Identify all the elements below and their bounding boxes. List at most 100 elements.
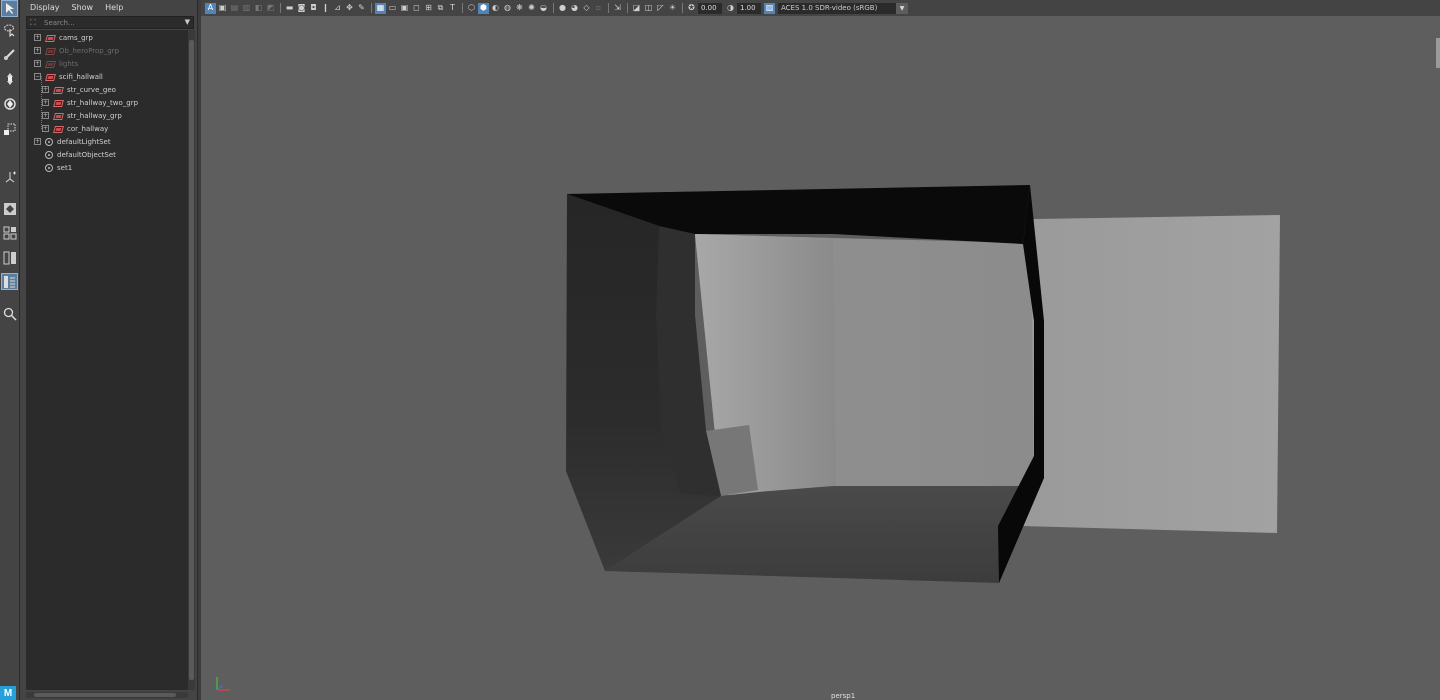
menu-display[interactable]: Display: [30, 3, 60, 12]
outliner-tree: + cams_grp + Ob_heroProp_grp + lights − …: [26, 30, 188, 690]
heads-up-icon[interactable]: T: [447, 3, 458, 14]
outliner-search-input[interactable]: [44, 17, 184, 28]
tree-item-str-hallway-two-grp[interactable]: + str_hallway_two_grp: [42, 96, 138, 109]
tree-item-ob-heroprop-grp[interactable]: + Ob_heroProp_grp: [34, 44, 119, 57]
chevron-down-icon[interactable]: ▼: [896, 2, 908, 14]
paint-select-tool-icon[interactable]: [1, 45, 18, 62]
expand-icon[interactable]: +: [34, 34, 41, 41]
wireframe-icon[interactable]: ⬡: [466, 3, 477, 14]
maya-logo-icon: M: [0, 686, 16, 700]
view-axis-icon: [216, 677, 230, 691]
outliner-horizontal-scrollbar[interactable]: [26, 692, 188, 698]
soft-mod-tool-icon[interactable]: [1, 168, 18, 185]
view-transform-dropdown[interactable]: ACES 1.0 SDR-video (sRGB) ▼: [778, 2, 908, 14]
expand-icon[interactable]: +: [42, 99, 49, 106]
xray-joints-icon[interactable]: ◪: [631, 3, 642, 14]
tree-item-default-object-set[interactable]: defaultObjectSet: [34, 148, 116, 161]
viewport-toolbar: A ▣ ▤ ▥ ◧ ◩ ▬ ◙ ◘ ❙ ⊿ ✥ ✎ ▦ ▭ ▣ ◻ ⊞ ⧉ T …: [201, 0, 1440, 16]
wireframe-on-shaded-icon[interactable]: ◐: [490, 3, 501, 14]
outliner-vertical-scrollbar[interactable]: [188, 30, 195, 690]
transform-group-icon: [53, 99, 63, 107]
shadows-icon[interactable]: ✺: [526, 3, 537, 14]
bookmarks-icon[interactable]: ▤: [229, 3, 240, 14]
viewport-scroll-indicator: [1436, 38, 1440, 68]
use-all-lights-icon[interactable]: ❋: [514, 3, 525, 14]
exposure-icon[interactable]: ☀: [667, 3, 678, 14]
outliner-layout-icon[interactable]: [1, 273, 18, 290]
expand-icon[interactable]: +: [42, 125, 49, 132]
expand-icon[interactable]: +: [42, 86, 49, 93]
four-pane-layout-icon[interactable]: [1, 224, 18, 241]
gamma-icon[interactable]: ◑: [725, 3, 736, 14]
two-d-pan-zoom-icon[interactable]: ◧: [253, 3, 264, 14]
depth-of-field-icon[interactable]: ◇: [581, 3, 592, 14]
camera-gate-icon[interactable]: ◙: [296, 3, 307, 14]
transform-group-icon: [53, 125, 63, 133]
color-management-icon[interactable]: ▨: [764, 2, 775, 14]
perspective-viewport[interactable]: persp1: [201, 16, 1440, 700]
outliner-search-box: ⛶ ▼: [26, 16, 194, 29]
safe-title-icon[interactable]: ⧉: [435, 3, 446, 14]
tree-item-lights[interactable]: + lights: [34, 57, 78, 70]
tree-item-str-hallway-grp[interactable]: + str_hallway_grp: [42, 109, 122, 122]
grid-icon[interactable]: ▦: [375, 2, 386, 14]
xray-active-icon[interactable]: ◫: [643, 3, 654, 14]
transform-group-icon: [45, 34, 55, 42]
tree-item-str-curve-geo[interactable]: + str_curve_geo: [42, 83, 116, 96]
select-tool-icon[interactable]: [1, 0, 18, 17]
isolate-select-icon[interactable]: ⇲: [612, 3, 623, 14]
exposure-sun-icon[interactable]: ✪: [686, 3, 697, 14]
magnet-icon[interactable]: ⊿: [332, 3, 343, 14]
resolution-gate-icon[interactable]: ▭: [387, 3, 398, 14]
move-tool-icon[interactable]: [1, 70, 18, 87]
expand-icon[interactable]: +: [34, 60, 41, 67]
expand-icon[interactable]: +: [42, 112, 49, 119]
field-chart-icon[interactable]: ◻: [411, 3, 422, 14]
pivot-icon[interactable]: ✥: [344, 3, 355, 14]
camera-attributes-icon[interactable]: ▣: [217, 3, 228, 14]
lasso-tool-icon[interactable]: [1, 21, 18, 38]
single-pane-layout-icon[interactable]: [1, 200, 18, 217]
menu-show[interactable]: Show: [72, 3, 94, 12]
object-set-icon: [45, 163, 53, 172]
two-pane-layout-icon[interactable]: [1, 249, 18, 266]
object-set-icon: [45, 137, 53, 146]
collapse-icon[interactable]: −: [34, 73, 41, 80]
tree-item-cams-grp[interactable]: + cams_grp: [34, 31, 93, 44]
tree-item-default-light-set[interactable]: + defaultLightSet: [34, 135, 111, 148]
rotate-tool-icon[interactable]: [1, 95, 18, 112]
expand-icon[interactable]: +: [34, 138, 41, 145]
bookmark-icon[interactable]: ❙: [320, 3, 331, 14]
tree-item-set1[interactable]: set1: [34, 161, 72, 174]
menu-help[interactable]: Help: [105, 3, 123, 12]
tree-item-scifi-hallwall[interactable]: − scifi_hallwall: [34, 70, 103, 83]
gate-mask-icon[interactable]: ▣: [399, 3, 410, 14]
hallway-geometry: [566, 185, 1280, 583]
grease-pencil-icon[interactable]: ◩: [265, 3, 276, 14]
anti-aliasing-icon[interactable]: ◕: [569, 3, 580, 14]
search-icon[interactable]: [1, 305, 18, 322]
textured-icon[interactable]: ◍: [502, 3, 513, 14]
camera-name-label: persp1: [831, 692, 856, 700]
camera-view-icon[interactable]: ◘: [308, 3, 319, 14]
ambient-occlusion-icon[interactable]: ◒: [538, 3, 549, 14]
expand-icon[interactable]: +: [34, 47, 41, 54]
scale-tool-icon[interactable]: [1, 120, 18, 137]
select-camera-icon[interactable]: A: [205, 2, 216, 14]
object-set-icon: [45, 150, 53, 159]
motion-blur-icon[interactable]: ●: [557, 3, 568, 14]
smooth-shade-icon[interactable]: ⬢: [478, 2, 489, 14]
transform-group-icon: [45, 47, 55, 55]
tree-item-cor-hallway[interactable]: + cor_hallway: [42, 122, 108, 135]
search-dropdown-icon[interactable]: ▼: [185, 18, 190, 26]
xray-icon[interactable]: ▫: [593, 3, 604, 14]
safe-action-icon[interactable]: ⊞: [423, 3, 434, 14]
outliner-panel: Display Show Help ⛶ ▼ + cams_grp + Ob_he…: [21, 0, 197, 700]
image-plane-icon[interactable]: ▥: [241, 3, 252, 14]
pencil-icon[interactable]: ✎: [356, 3, 367, 14]
exposure-field[interactable]: 0.00: [698, 2, 722, 14]
gamma-field[interactable]: 1.00: [737, 2, 761, 14]
filter-icon[interactable]: ⛶: [30, 19, 38, 27]
film-gate-icon[interactable]: ▬: [284, 3, 295, 14]
backface-culling-icon[interactable]: ◸: [655, 3, 666, 14]
